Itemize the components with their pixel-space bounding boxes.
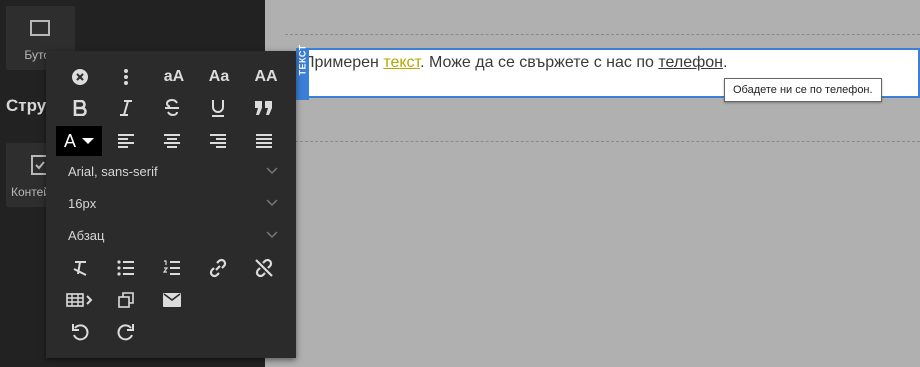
underline-icon [212, 100, 224, 117]
block-format-value: Абзац [68, 228, 105, 243]
text-color-button[interactable]: A [56, 126, 102, 156]
strikethrough-icon [165, 99, 179, 117]
close-toolbar-button[interactable] [62, 64, 98, 90]
align-center-button[interactable] [154, 128, 190, 154]
text-color-label: A [64, 130, 77, 151]
chevron-down-icon [266, 231, 278, 239]
blockquote-button[interactable] [246, 95, 282, 121]
editor-canvas[interactable]: Примерен текст. Може да се свържете с на… [265, 0, 920, 367]
chevron-down-icon [266, 167, 278, 175]
align-left-icon [118, 134, 134, 148]
text-link[interactable]: текст [383, 54, 420, 71]
section-bottom-border [285, 141, 920, 142]
bullet-list-button[interactable] [108, 255, 144, 281]
clear-formatting-icon [73, 261, 87, 276]
numbered-list-icon [163, 260, 180, 275]
font-family-value: Arial, sans-serif [68, 164, 158, 179]
remove-link-button[interactable] [246, 255, 282, 281]
align-right-icon [210, 134, 226, 148]
insert-link-button[interactable] [200, 255, 236, 281]
insert-table-button[interactable] [62, 287, 98, 313]
capitalize-button[interactable]: Aa [201, 64, 237, 90]
italic-button[interactable] [108, 95, 144, 121]
badge-label: ТЕКСТ [297, 44, 308, 76]
caret-down-icon [82, 138, 95, 144]
undo-button[interactable] [62, 319, 98, 345]
text-middle: . Може да се свържете с нас по [420, 54, 659, 71]
align-center-icon [164, 134, 180, 148]
underline-button[interactable] [200, 95, 236, 121]
mail-icon [163, 293, 181, 307]
link-icon [209, 258, 227, 278]
more-options-button[interactable] [108, 64, 144, 90]
copy-icon [118, 292, 134, 308]
blockquote-icon [255, 101, 272, 115]
align-justify-icon [256, 134, 272, 148]
text-after: . [723, 54, 728, 71]
bullet-list-icon [117, 260, 134, 276]
lowercase-button[interactable]: aA [156, 64, 192, 90]
undo-icon [72, 324, 89, 341]
font-size-select[interactable]: 16px [68, 192, 278, 216]
chevron-down-icon [266, 199, 278, 207]
close-icon [72, 69, 88, 85]
link-title-tooltip: Обадете ни се по телефон. [724, 78, 882, 102]
unlink-icon [255, 258, 273, 278]
rich-text-toolbar: aA Aa AA A Arial, sans-serif 16px Абзац [46, 51, 296, 358]
align-left-button[interactable] [108, 128, 144, 154]
bold-button[interactable] [62, 95, 98, 121]
text-content[interactable]: Примерен текст. Може да се свържете с на… [303, 54, 727, 72]
text-before: Примерен [303, 54, 384, 71]
phone-link[interactable]: телефон [658, 54, 723, 71]
text-component-badge[interactable]: ТЕКСТ [296, 44, 309, 100]
font-size-value: 16px [68, 196, 97, 211]
button-block-icon [30, 20, 50, 36]
strikethrough-button[interactable] [154, 95, 190, 121]
redo-button[interactable] [108, 319, 144, 345]
uppercase-button[interactable]: AA [248, 64, 284, 90]
section-top-border [285, 34, 920, 35]
italic-icon [120, 100, 132, 116]
block-format-select[interactable]: Абзац [68, 224, 278, 248]
numbered-list-button[interactable] [154, 255, 190, 281]
duplicate-button[interactable] [108, 287, 144, 313]
align-right-button[interactable] [200, 128, 236, 154]
redo-icon [117, 324, 134, 341]
insert-email-button[interactable] [154, 287, 190, 313]
table-icon [66, 293, 93, 307]
more-vertical-icon [124, 69, 128, 85]
clear-formatting-button[interactable] [62, 255, 98, 281]
font-family-select[interactable]: Arial, sans-serif [68, 160, 278, 184]
align-justify-button[interactable] [246, 128, 282, 154]
bold-icon [73, 100, 87, 116]
